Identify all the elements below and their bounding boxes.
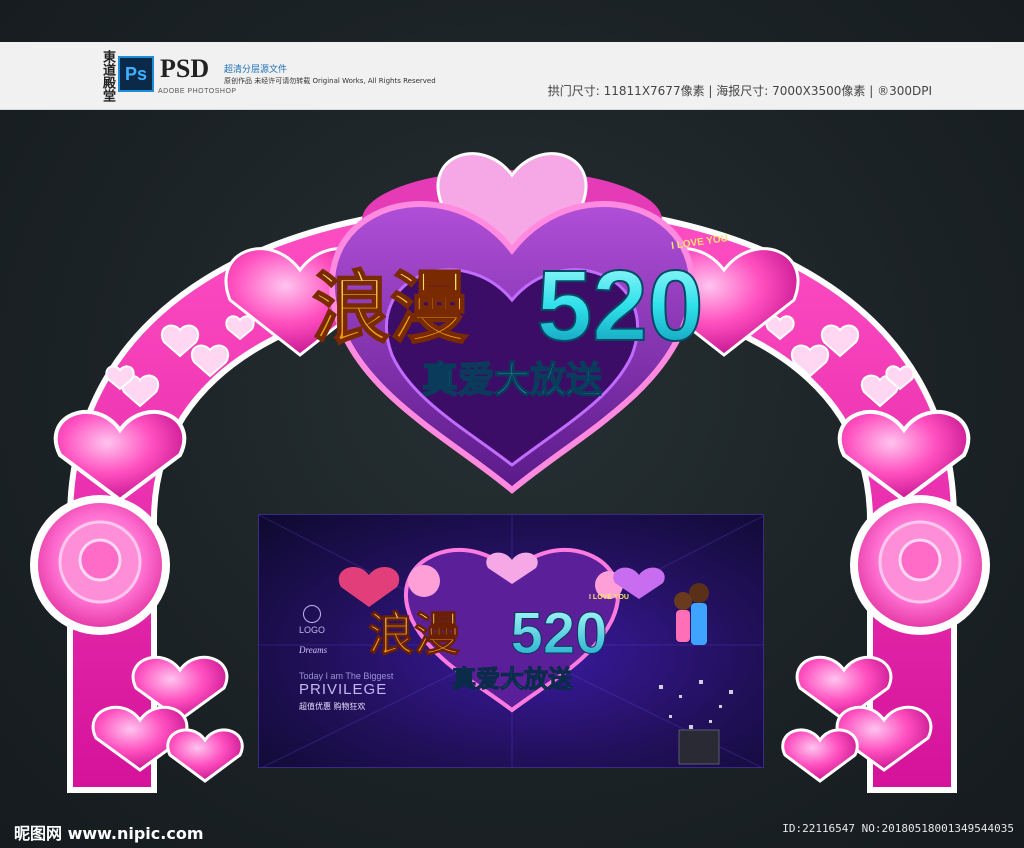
banner-dreams: Dreams — [299, 645, 328, 655]
banner-subtitle: 真爱大放送 — [452, 665, 573, 693]
banner-tagline: Today I am The Biggest — [299, 671, 394, 681]
banner-i-love-you: I LOVE YOU — [589, 594, 629, 601]
banner-title-cn: 浪漫 — [368, 607, 460, 661]
arch-subtitle: 真爱大放送 — [422, 360, 602, 401]
logo-text: LOGO — [299, 625, 326, 635]
site-watermark: 昵图网 www.nipic.com — [14, 824, 204, 843]
left-rose — [30, 495, 170, 635]
arch-title-number: 520 — [537, 250, 704, 362]
banner-privilege: PRIVILEGE — [299, 681, 388, 698]
logo-icon — [303, 605, 321, 623]
right-rose — [850, 495, 990, 635]
banner-logo: LOGO — [299, 605, 325, 635]
couple-illustration — [674, 583, 709, 645]
banner-small-text: 超值优惠 购物狂欢 — [299, 702, 366, 711]
confetti — [659, 680, 733, 729]
canvas-background: 東道殿堂 Ps PSD ADOBE PHOTOSHOP 超清分层源文件 原创作品… — [0, 0, 1024, 848]
image-id: ID:22116547 NO:20180518001349544035 — [782, 822, 1014, 835]
banner-artwork: 浪漫 520 I LOVE YOU 真爱大放送 — [259, 515, 763, 767]
poster-banner: 浪漫 520 I LOVE YOU 真爱大放送 LOGO Dreams Toda… — [258, 514, 764, 768]
arch-title-cn: 浪漫 — [312, 264, 468, 354]
banner-title-number: 520 — [511, 601, 608, 666]
